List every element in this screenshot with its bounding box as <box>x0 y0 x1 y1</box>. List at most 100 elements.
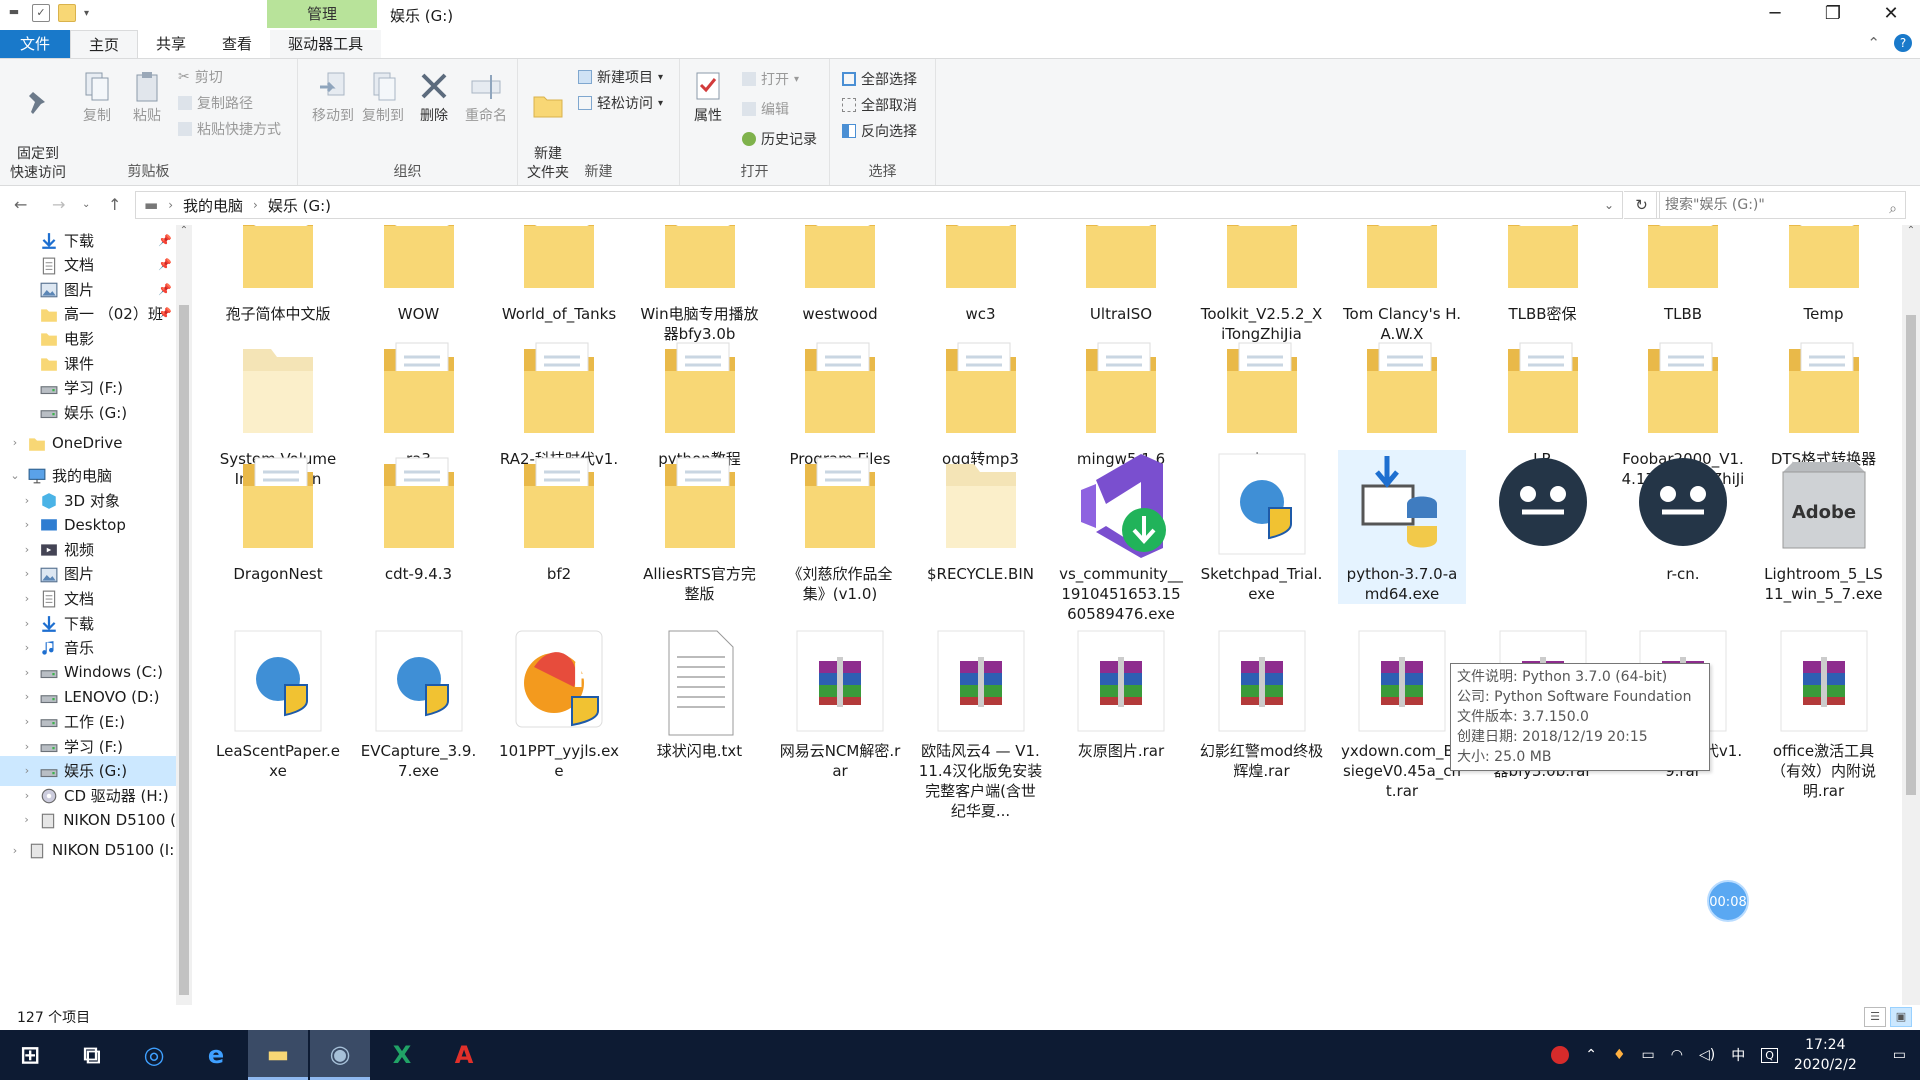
invert-selection-button[interactable]: 反向选择 <box>842 121 917 141</box>
folder-item[interactable]: $RECYCLE.BIN <box>917 450 1045 584</box>
file-item[interactable]: vs_community__1910451653.1560589476.exe <box>1057 450 1185 624</box>
new-item-button[interactable]: 新建项目 ▾ <box>578 67 663 87</box>
tab-home[interactable]: 主页 <box>70 30 139 58</box>
pin-icon[interactable]: 📌 <box>158 258 172 271</box>
expand-chevron-icon[interactable]: › <box>20 543 34 556</box>
file-item[interactable]: 网易云NCM解密.rar <box>776 627 904 781</box>
pin-icon[interactable]: 📌 <box>158 307 172 320</box>
search-input[interactable]: 搜索"娱乐 (G:)" ⌕ <box>1656 191 1906 219</box>
refresh-button[interactable]: ↻ <box>1624 191 1660 219</box>
address-bar[interactable]: ▬ › 我的电脑 › 娱乐 (G:) ⌄ <box>135 191 1623 219</box>
file-item[interactable]: P 101PPT_yyjls.exe <box>495 627 623 781</box>
tab-file[interactable]: 文件 <box>0 30 71 58</box>
copy-path-button[interactable]: 复制路径 <box>178 93 253 113</box>
file-item[interactable]: EVCapture_3.9.7.exe <box>355 627 483 781</box>
large-icons-view-icon[interactable]: ▣ <box>1890 1007 1912 1027</box>
antivirus-icon[interactable] <box>1551 1046 1570 1064</box>
help-icon[interactable]: ? <box>1894 34 1912 52</box>
breadcrumb-item[interactable]: 娱乐 (G:) <box>268 195 331 216</box>
recent-locations-icon[interactable]: ⌄ <box>82 199 90 210</box>
folder-item[interactable]: DTS格式转换器 <box>1760 335 1888 469</box>
folder-item[interactable]: Win电脑专用播放器bfy3.0b <box>636 225 764 344</box>
expand-chevron-icon[interactable]: › <box>8 844 22 857</box>
folder-item[interactable]: AlliesRTS官方完整版 <box>636 450 764 604</box>
folder-icon[interactable] <box>58 4 76 22</box>
scroll-up-icon[interactable]: ⌃ <box>1902 225 1920 236</box>
expand-chevron-icon[interactable]: › <box>8 436 22 449</box>
folder-item[interactable]: bf2 <box>495 450 623 584</box>
battery-icon[interactable]: ▭ <box>1642 1047 1655 1063</box>
folder-item[interactable]: Toolkit_V2.5.2_XiTongZhiJia <box>1198 225 1326 344</box>
maximize-button[interactable]: ❐ <box>1804 0 1862 30</box>
file-item[interactable] <box>1479 450 1607 564</box>
breadcrumb-item[interactable]: 我的电脑 <box>183 195 243 216</box>
folder-item[interactable]: 孢子简体中文版 <box>214 225 342 324</box>
folder-item[interactable]: ogg转mp3 <box>917 335 1045 469</box>
folder-item[interactable]: 《刘慈欣作品全集》(v1.0) <box>776 450 904 604</box>
folder-item[interactable]: Program Files <box>776 335 904 469</box>
file-item[interactable]: 灰原图片.rar <box>1057 627 1185 761</box>
back-arrow-icon[interactable]: ← <box>14 195 27 214</box>
file-item[interactable]: 幻影红警mod终极辉煌.rar <box>1198 627 1326 781</box>
ime-indicator[interactable]: 中 <box>1731 1045 1745 1065</box>
expand-chevron-icon[interactable]: › <box>20 789 34 802</box>
rename-button[interactable]: 重命名 <box>460 69 512 126</box>
paste-button[interactable]: 粘贴 <box>124 69 170 126</box>
file-item[interactable]: Sketchpad_Trial.exe <box>1198 450 1326 604</box>
customize-toolbar-icon[interactable]: ▾ <box>84 8 89 19</box>
folder-item[interactable]: cdt-9.4.3 <box>355 450 483 584</box>
folder-item[interactable]: wc3 <box>917 225 1045 324</box>
properties-button[interactable]: 属性 <box>686 69 730 126</box>
edit-button[interactable]: 编辑 <box>742 99 789 119</box>
wifi-icon[interactable]: ◠ <box>1671 1047 1683 1063</box>
timer-badge[interactable]: 00:08 <box>1707 880 1749 922</box>
address-dropdown-icon[interactable]: ⌄ <box>1604 198 1614 212</box>
folder-item[interactable]: TLBB密保 <box>1479 225 1607 324</box>
delete-button[interactable]: 删除 <box>414 69 454 126</box>
manage-context-tab[interactable]: 管理 <box>267 0 377 28</box>
expand-chevron-icon[interactable]: ⌄ <box>8 469 22 482</box>
paste-shortcut-button[interactable]: 粘贴快捷方式 <box>178 119 281 139</box>
tab-drive-tools[interactable]: 驱动器工具 <box>270 30 382 58</box>
notifications-icon[interactable]: ▭ <box>1893 1047 1906 1063</box>
details-view-icon[interactable]: ☰ <box>1864 1007 1886 1027</box>
nav-item[interactable]: 娱乐 (G:) <box>0 397 176 427</box>
select-all-button[interactable]: 全部选择 <box>842 69 917 89</box>
excel-icon[interactable]: X <box>372 1030 432 1080</box>
file-item[interactable]: python-3.7.0-amd64.exe <box>1338 450 1466 604</box>
tray-ime-mode-icon[interactable]: Q <box>1761 1047 1778 1063</box>
expand-chevron-icon[interactable]: › <box>20 715 34 728</box>
folder-item[interactable]: WOW <box>355 225 483 324</box>
expand-chevron-icon[interactable]: › <box>20 518 34 531</box>
file-item[interactable]: r-cn. <box>1619 450 1747 584</box>
expand-chevron-icon[interactable]: › <box>20 813 33 826</box>
pin-icon[interactable]: 📌 <box>158 234 172 247</box>
folder-item[interactable]: Temp <box>1760 225 1888 324</box>
file-explorer-icon[interactable]: ▬ <box>248 1030 308 1080</box>
navigation-scrollbar[interactable]: ⌃ <box>176 225 192 1005</box>
copy-to-button[interactable]: 复制到 <box>358 69 408 126</box>
expand-chevron-icon[interactable]: › <box>20 764 34 777</box>
select-none-button[interactable]: 全部取消 <box>842 95 917 115</box>
folder-item[interactable]: LR0 <box>1338 335 1466 469</box>
folder-item[interactable]: python教程 <box>636 335 764 469</box>
easy-access-button[interactable]: 轻松访问 ▾ <box>578 93 663 113</box>
scrollbar-thumb[interactable] <box>179 305 189 995</box>
volume-icon[interactable]: ◁) <box>1699 1047 1715 1063</box>
expand-chevron-icon[interactable]: › <box>20 592 34 605</box>
folder-item[interactable]: DragonNest <box>214 450 342 584</box>
tray-app-icon[interactable]: ♦ <box>1613 1047 1626 1063</box>
up-arrow-icon[interactable]: ↑ <box>108 195 121 214</box>
collapse-ribbon-icon[interactable]: ⌃ <box>1867 34 1880 52</box>
file-item[interactable]: 球状闪电.txt <box>636 627 764 761</box>
nav-item[interactable]: › NIKON D5100 (I: <box>0 835 176 865</box>
nav-item[interactable]: › OneDrive <box>0 428 176 458</box>
expand-chevron-icon[interactable]: › <box>20 567 34 580</box>
folder-item[interactable]: LR <box>1479 335 1607 469</box>
pin-icon[interactable]: 📌 <box>158 283 172 296</box>
forward-arrow-icon[interactable]: → <box>52 195 65 214</box>
folder-item[interactable]: ra3 <box>355 335 483 469</box>
folder-item[interactable]: TLBB <box>1619 225 1747 324</box>
folder-item[interactable]: UltraISO <box>1057 225 1185 324</box>
open-button[interactable]: 打开 ▾ <box>742 69 799 89</box>
